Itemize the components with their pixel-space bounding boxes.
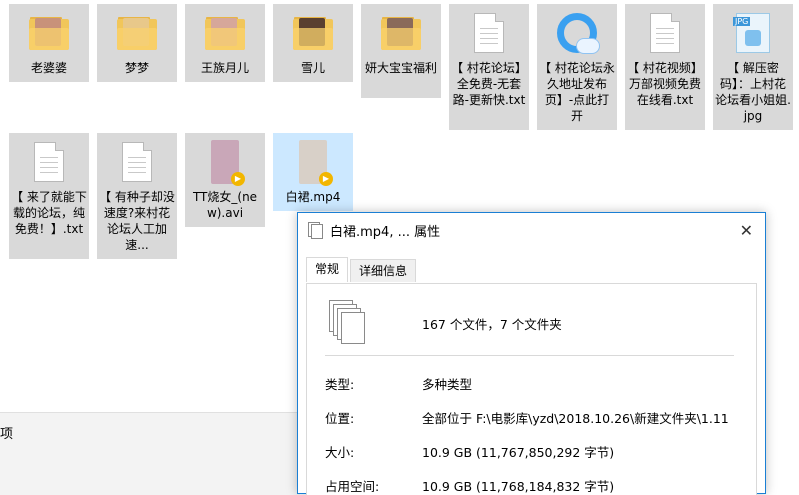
- file-count-summary: 167 个文件，7 个文件夹: [422, 317, 562, 332]
- explorer-status-area: 项: [0, 412, 300, 495]
- multiple-files-icon: [329, 300, 365, 344]
- property-value: 多种类型: [422, 377, 473, 392]
- file-tile[interactable]: 【 村花视频】万部视频免费在线看.txt: [625, 4, 705, 130]
- property-label: 占用空间:: [325, 479, 380, 494]
- text-document-icon: [467, 10, 511, 56]
- file-name: 老婆婆: [30, 61, 67, 75]
- file-tile[interactable]: 梦梦: [97, 4, 177, 82]
- property-label: 大小:: [325, 445, 355, 460]
- file-tile[interactable]: ▶ TT烧女_(new).avi: [185, 133, 265, 227]
- property-value: 10.9 GB (11,767,850,292 字节): [422, 445, 615, 460]
- qq-browser-icon: [555, 10, 600, 56]
- text-document-icon: [643, 10, 687, 56]
- divider: [325, 355, 734, 356]
- file-name: 王族月儿: [200, 61, 249, 75]
- text-document-icon: [27, 139, 71, 185]
- close-icon[interactable]: ✕: [740, 221, 753, 240]
- file-tile[interactable]: 雪儿: [273, 4, 353, 82]
- property-value: 全部位于 F:\电影库\yzd\2018.10.26\新建文件夹\1.11: [422, 411, 729, 426]
- play-badge-icon: ▶: [231, 172, 245, 186]
- folder-icon: [291, 10, 335, 56]
- file-name: 白裙.mp4: [285, 190, 341, 204]
- property-value: 10.9 GB (11,768,184,832 字节): [422, 479, 615, 494]
- video-file-icon: ▶: [203, 139, 247, 186]
- file-name: 【 有种子却没速度?来村花论坛人工加速...: [99, 190, 175, 252]
- file-name: 【 解压密码】：上村花论坛看小姐姐.jpg: [715, 61, 791, 123]
- dialog-titlebar[interactable]: 白裙.mp4, ... 属性 ✕: [298, 213, 765, 247]
- tab-general[interactable]: 常规: [306, 257, 349, 282]
- file-tile-selected[interactable]: ▶ 白裙.mp4: [273, 133, 353, 211]
- file-tile[interactable]: 王族月儿: [185, 4, 265, 82]
- play-badge-icon: ▶: [319, 172, 333, 186]
- file-name: TT烧女_(new).avi: [192, 190, 258, 220]
- file-tile[interactable]: 【 有种子却没速度?来村花论坛人工加速...: [97, 133, 177, 259]
- dialog-title: 白裙.mp4, ... 属性: [330, 224, 441, 240]
- file-name: 梦梦: [124, 61, 149, 75]
- image-file-icon: JPG: [731, 10, 775, 56]
- files-icon: [308, 222, 323, 239]
- dialog-tabs: 常规 详细信息: [306, 257, 418, 283]
- file-tile[interactable]: 妍大宝宝福利: [361, 4, 441, 98]
- properties-dialog[interactable]: 白裙.mp4, ... 属性 ✕ 常规 详细信息 167 个文件，7 个文件夹 …: [297, 212, 766, 495]
- folder-icon: [27, 10, 71, 56]
- tab-details[interactable]: 详细信息: [350, 259, 417, 282]
- property-label: 位置:: [325, 411, 355, 426]
- status-fragment: 项: [0, 427, 14, 442]
- file-tile[interactable]: JPG 【 解压密码】：上村花论坛看小姐姐.jpg: [713, 4, 793, 130]
- file-tile[interactable]: 【 村花论坛】全免费-无套路-更新快.txt: [449, 4, 529, 130]
- file-name: 【 村花论坛】全免费-无套路-更新快.txt: [451, 61, 527, 107]
- file-name: 【 来了就能下载的论坛，纯免费！】.txt: [11, 190, 87, 236]
- file-tile[interactable]: 【 来了就能下载的论坛，纯免费！】.txt: [9, 133, 89, 259]
- folder-icon: [203, 10, 247, 56]
- video-file-icon: ▶: [291, 139, 335, 186]
- folder-icon: [379, 10, 423, 56]
- text-document-icon: [115, 139, 159, 185]
- folder-icon: [115, 10, 159, 56]
- general-panel: 167 个文件，7 个文件夹 类型: 多种类型 位置: 全部位于 F:\电影库\…: [306, 283, 757, 495]
- file-tile[interactable]: 【 村花论坛永久地址发布页】-点此打开: [537, 4, 617, 130]
- file-name: 雪儿: [300, 61, 325, 75]
- property-label: 类型:: [325, 377, 355, 392]
- file-name: 【 村花论坛永久地址发布页】-点此打开: [539, 61, 615, 123]
- file-name: 妍大宝宝福利: [364, 61, 437, 75]
- file-tile[interactable]: 老婆婆: [9, 4, 89, 82]
- file-name: 【 村花视频】万部视频免费在线看.txt: [627, 61, 703, 107]
